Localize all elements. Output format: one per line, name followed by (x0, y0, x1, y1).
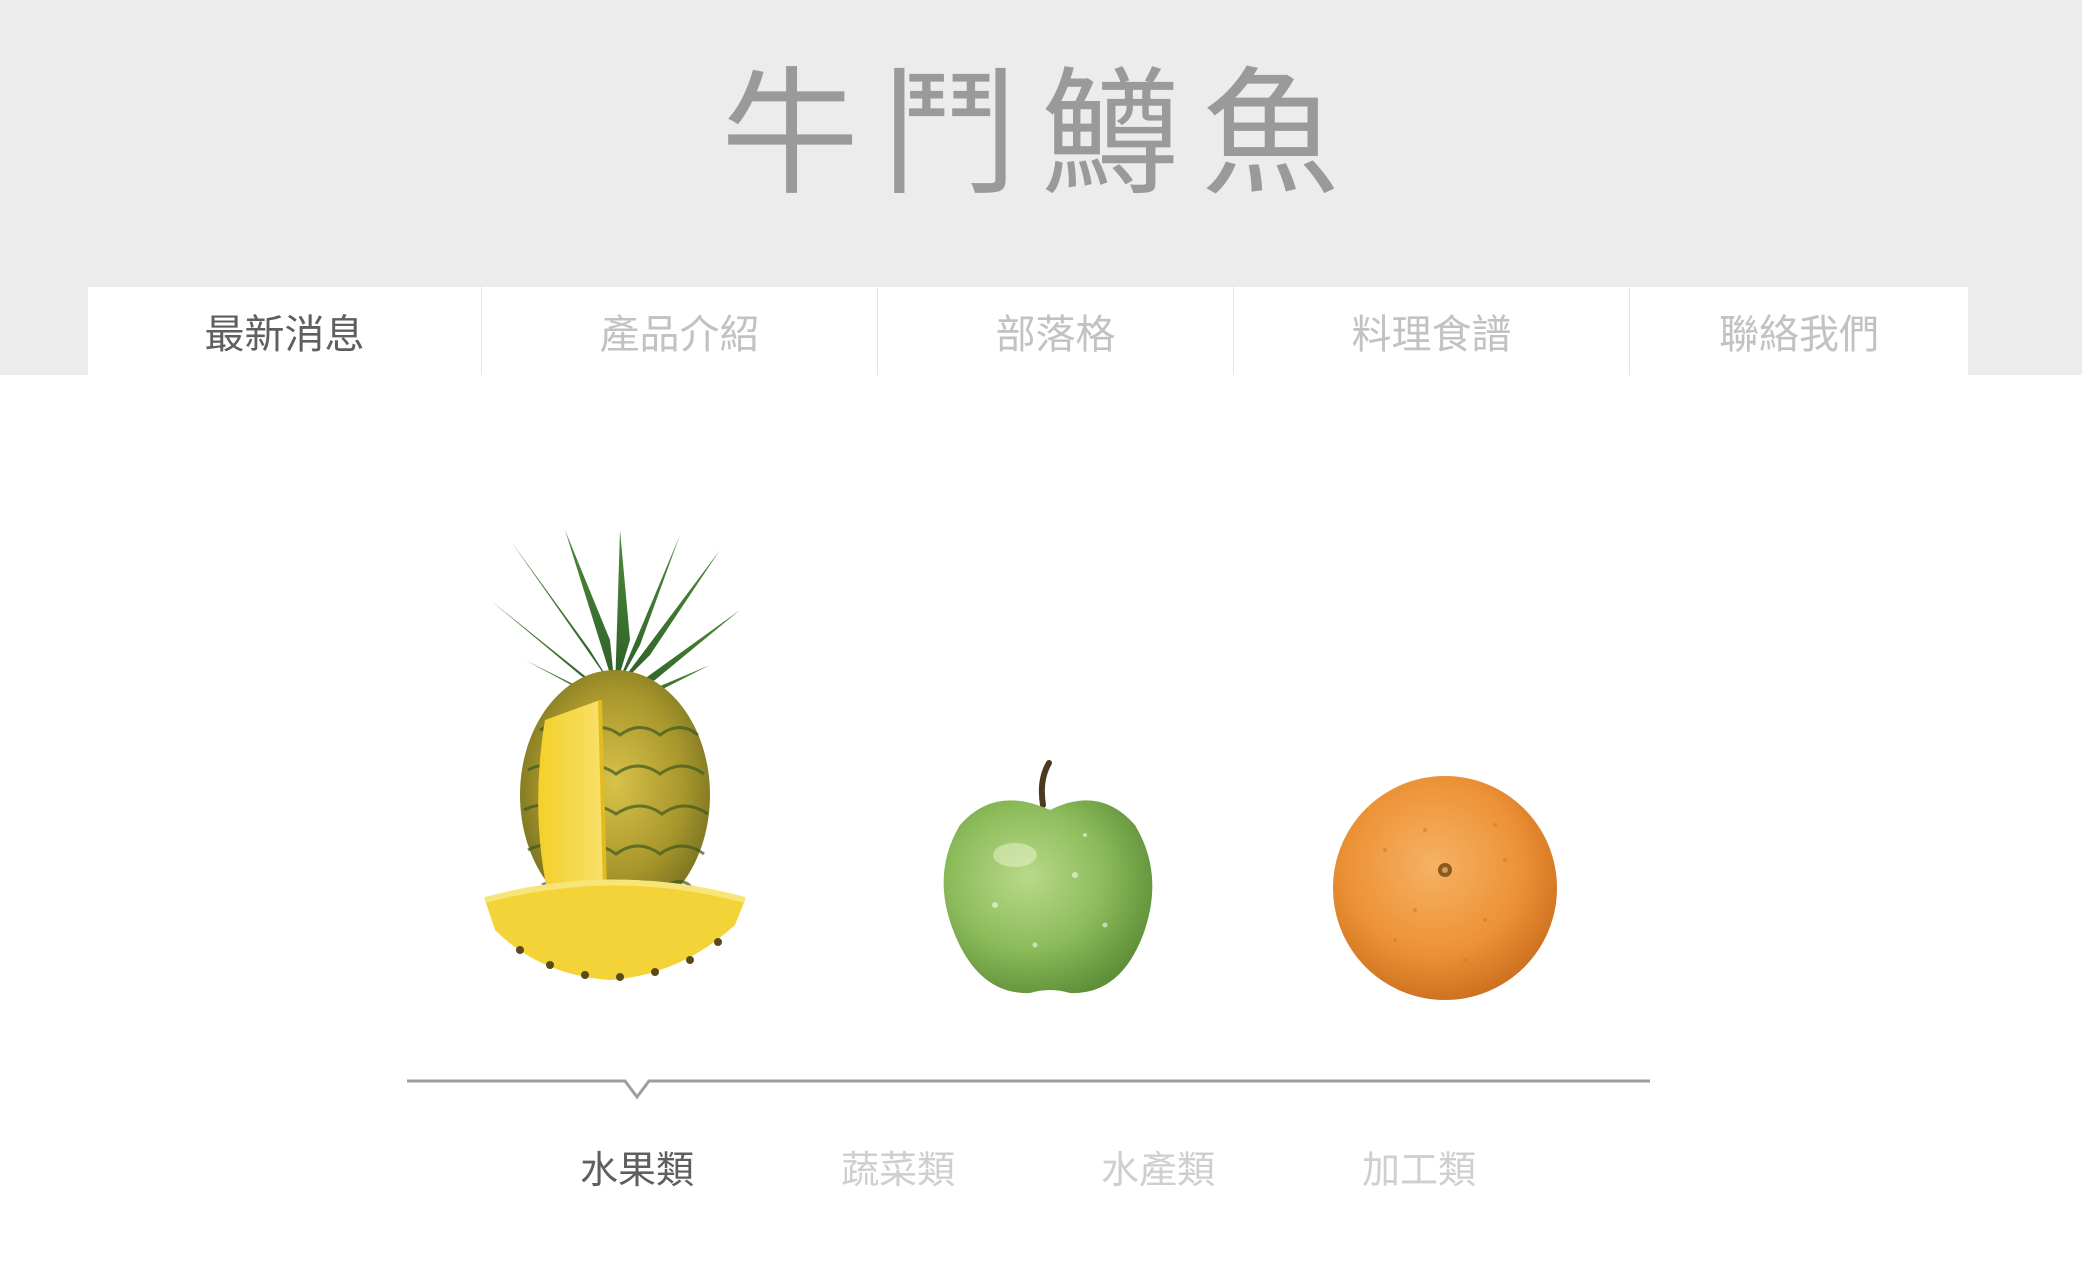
category-tab-fruit[interactable]: 水果類 (537, 1143, 737, 1197)
nav-item-products[interactable]: 產品介紹 (482, 287, 878, 375)
main-nav: 最新消息 產品介紹 部落格 料理食譜 聯絡我們 (88, 287, 1968, 375)
nav-item-blog[interactable]: 部落格 (878, 287, 1234, 375)
nav-item-contact[interactable]: 聯絡我們 (1630, 287, 1968, 375)
category-tab-vegetable[interactable]: 蔬菜類 (798, 1143, 998, 1197)
nav-item-latest-news[interactable]: 最新消息 (88, 287, 482, 375)
category-tabs: 水果類 蔬菜類 水產類 加工類 (0, 1143, 2082, 1203)
pineapple-image[interactable] (470, 530, 760, 1010)
category-timeline (407, 1079, 1650, 1100)
site-header: 牛鬥鱒魚 最新消息 產品介紹 部落格 料理食譜 聯絡我們 (0, 0, 2082, 375)
category-tab-aquatic[interactable]: 水產類 (1058, 1143, 1258, 1197)
nav-item-recipes[interactable]: 料理食譜 (1234, 287, 1630, 375)
green-apple-image[interactable] (935, 755, 1165, 1000)
category-tab-processed[interactable]: 加工類 (1319, 1143, 1519, 1197)
orange-image[interactable] (1325, 770, 1565, 1005)
site-title[interactable]: 牛鬥鱒魚 (0, 55, 2082, 215)
